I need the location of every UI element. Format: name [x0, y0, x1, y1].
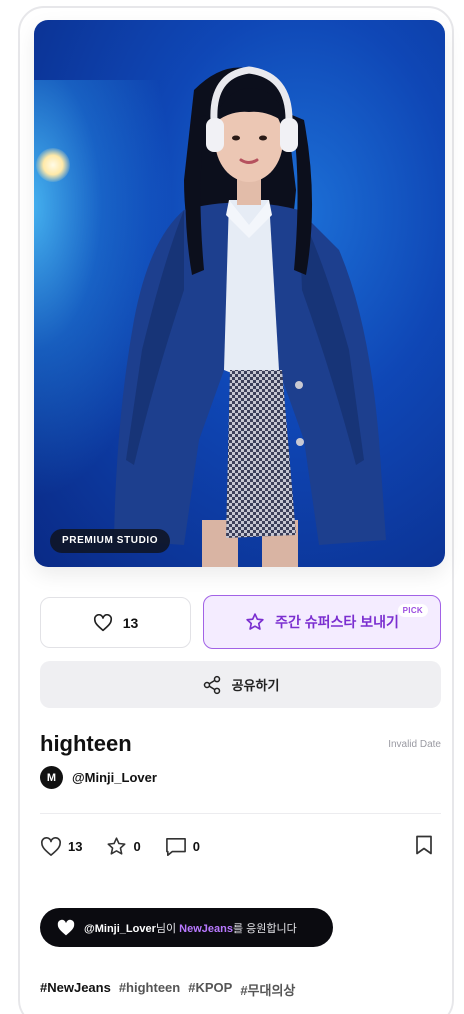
like-count: 13: [122, 614, 139, 631]
heart-icon: [41, 836, 61, 856]
divider: [40, 813, 441, 814]
author-name: @Minji_Lover: [72, 770, 157, 785]
premium-studio-badge: PREMIUM STUDIO: [50, 529, 171, 553]
stat-stars[interactable]: 0: [106, 836, 141, 857]
hashtag[interactable]: #무대의상: [240, 980, 295, 999]
like-button[interactable]: 13: [40, 597, 191, 648]
share-label: 공유하기: [231, 678, 280, 693]
bookmark-button[interactable]: [415, 835, 433, 860]
stat-likes[interactable]: 13: [40, 836, 83, 857]
stat-comments[interactable]: 0: [165, 837, 200, 857]
pick-tag: PICK: [397, 604, 428, 617]
comments-count: 0: [192, 839, 200, 854]
likes-count: 13: [68, 839, 83, 854]
send-superstar-label: 주간 슈퍼스타 보내기: [275, 614, 399, 630]
cheer-mid: 님이: [155, 922, 180, 935]
cheer-banner[interactable]: @Minji_Lover님이 NewJeans를 응원합니다: [40, 908, 333, 947]
share-button[interactable]: 공유하기: [40, 661, 441, 708]
hashtag[interactable]: #NewJeans: [40, 980, 111, 999]
cheer-group: NewJeans: [179, 922, 233, 935]
avatar: M: [40, 766, 63, 789]
heart-icon: [93, 613, 112, 631]
heart-filled-icon: [57, 919, 75, 935]
post-date: Invalid Date: [388, 739, 441, 750]
post-stats: 13 0 0: [40, 836, 224, 857]
post-title: highteen: [40, 731, 132, 756]
send-superstar-button[interactable]: 주간 슈퍼스타 보내기 PICK: [203, 595, 441, 649]
bookmark-icon: [416, 835, 432, 855]
star-icon: [107, 837, 126, 855]
hashtag[interactable]: #KPOP: [188, 980, 232, 999]
cheer-end: 를 응원합니다: [232, 922, 297, 935]
author-link[interactable]: M @Minji_Lover: [40, 766, 157, 789]
star-icon: [246, 613, 264, 630]
hashtag-list: #NewJeans #highteen #KPOP #무대의상: [40, 980, 295, 999]
cheer-text: @Minji_Lover님이 NewJeans를 응원합니다: [84, 920, 297, 936]
post-photo[interactable]: PREMIUM STUDIO: [34, 20, 445, 567]
cheer-user: @Minji_Lover: [84, 922, 156, 935]
hashtag[interactable]: #highteen: [119, 980, 180, 999]
share-icon: [203, 675, 220, 694]
stars-count: 0: [133, 839, 141, 854]
comment-icon: [165, 837, 186, 856]
model-figure-illustration: [114, 66, 386, 567]
